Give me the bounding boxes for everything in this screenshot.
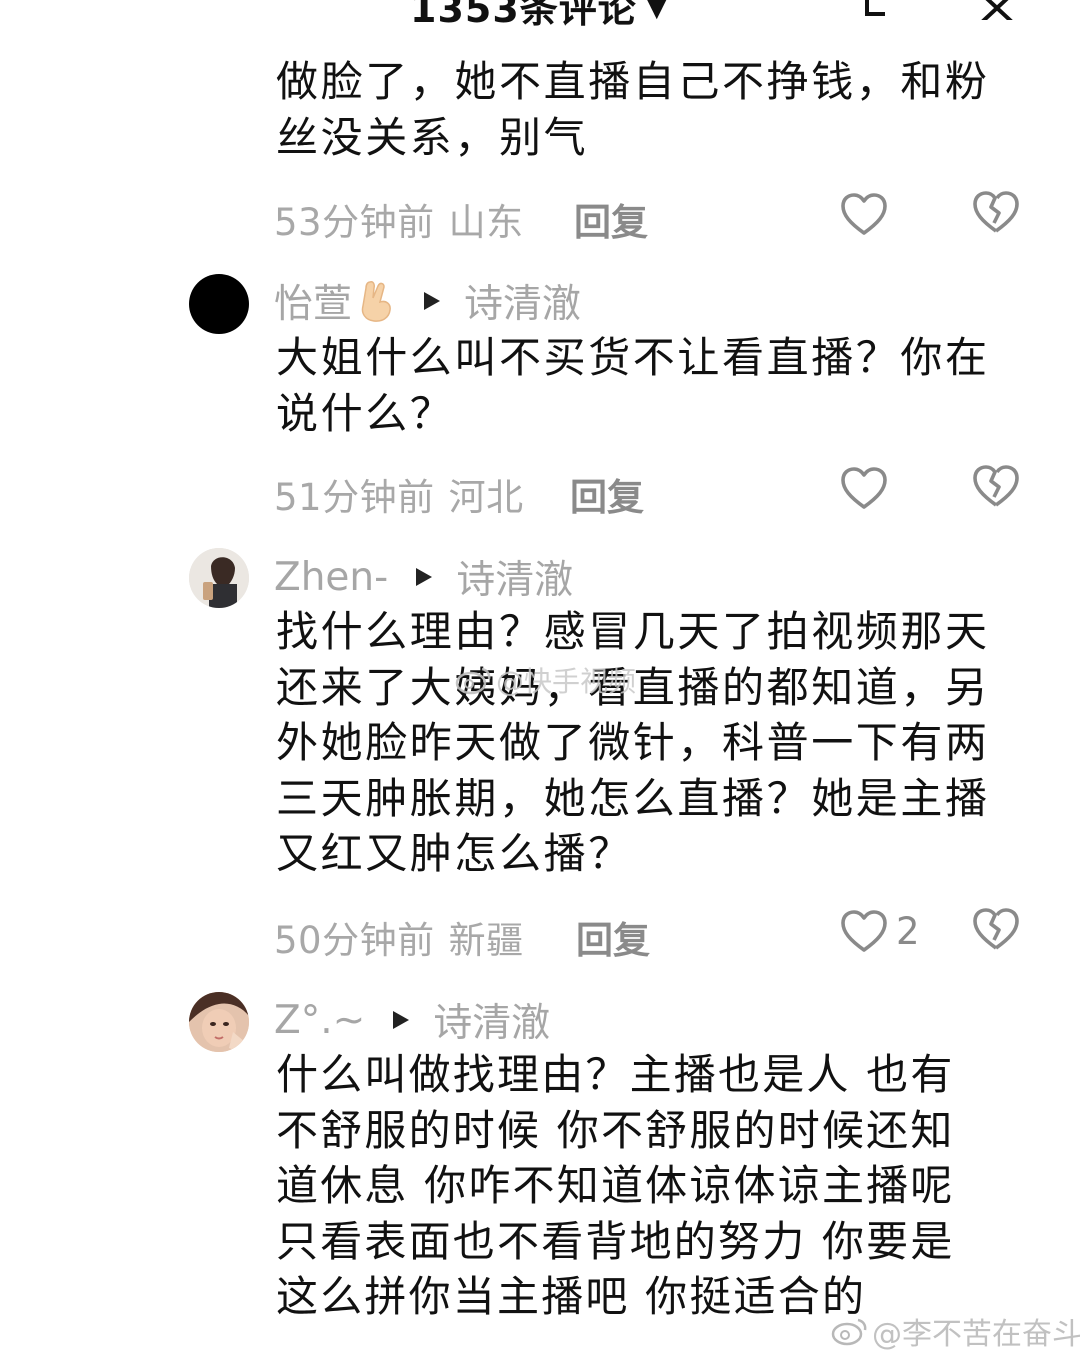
like-count: 2 [896, 909, 920, 953]
expand-icon[interactable] [864, 0, 888, 18]
watermark-text: @李不苦在奋斗 [872, 1317, 1080, 1352]
close-icon[interactable] [978, 0, 1016, 20]
watermark-text: @快手视频 [496, 665, 637, 698]
avatar-photo [189, 548, 249, 608]
comment-text: 大姐什么叫不买货不让看直播？你在 说什么？ [276, 333, 990, 438]
watermark-middle: @快手视频 [454, 660, 636, 700]
comment-author-row: Z°.~ 诗清澈 [274, 992, 550, 1048]
comment-text: 做脸了，她不直播自己不挣钱，和粉 丝没关系，别气 [276, 57, 990, 162]
comment-author-row: Zhen- 诗清澈 [274, 549, 573, 605]
comment-time: 53分钟前 [274, 201, 435, 244]
dislike-button[interactable] [972, 906, 1020, 954]
comment-location: 河北 [448, 476, 524, 519]
author-name[interactable]: 怡萱 [274, 273, 352, 329]
heart-icon [841, 467, 887, 509]
comment-meta: 50分钟前 新疆 [274, 910, 524, 964]
avatar-photo [189, 992, 249, 1052]
comments-header: 1353条评论 ▼ [0, 0, 1080, 40]
like-button[interactable] [840, 190, 888, 238]
reply-to-name[interactable]: 诗清澈 [456, 549, 573, 605]
like-button[interactable]: 2 [840, 907, 920, 955]
broken-heart-icon [973, 908, 1019, 950]
author-name[interactable]: Z°.~ [274, 998, 365, 1043]
reply-button[interactable]: 回复 [576, 910, 650, 964]
heart-icon [841, 193, 887, 235]
dislike-button[interactable] [972, 463, 1020, 511]
comment-meta: 51分钟前 河北 [274, 467, 524, 521]
reply-to-name[interactable]: 诗清澈 [464, 273, 581, 329]
comment-time: 51分钟前 [274, 476, 435, 519]
avatar[interactable] [189, 548, 249, 608]
weibo-logo-icon [831, 1318, 867, 1346]
play-arrow-icon [393, 1011, 410, 1029]
comment-text: 什么叫做找理由？主播也是人 也有 不舒服的时候 你不舒服的时候还知 道休息 你咋… [276, 1050, 955, 1321]
broken-heart-icon [973, 465, 1019, 507]
comment-author-row: 怡萱 诗清澈 [274, 273, 581, 329]
reply-button[interactable]: 回复 [574, 192, 648, 246]
comment-text: 找什么理由？感冒几天了拍视频那天 还来了大姨妈，看直播的都知道，另 外她脸昨天做… [276, 607, 990, 878]
heart-icon [841, 910, 887, 952]
crossed-fingers-emoji-icon [361, 281, 391, 322]
reply-button[interactable]: 回复 [570, 467, 644, 521]
broken-heart-icon [973, 191, 1019, 233]
author-name[interactable]: Zhen- [274, 555, 388, 600]
play-arrow-icon [416, 568, 433, 586]
watermark-bottom: @李不苦在奋斗 [830, 1309, 1080, 1353]
comment-location: 山东 [448, 201, 524, 244]
avatar[interactable] [189, 992, 249, 1052]
comment-meta: 53分钟前 山东 [274, 192, 524, 246]
like-button[interactable] [840, 464, 888, 512]
comment-count-title[interactable]: 1353条评论 ▼ [410, 0, 668, 33]
play-arrow-icon [424, 292, 441, 310]
weibo-logo-icon [455, 667, 491, 695]
dislike-button[interactable] [972, 189, 1020, 237]
comment-time: 50分钟前 [274, 919, 435, 962]
comment-location: 新疆 [448, 919, 524, 962]
avatar[interactable] [189, 274, 249, 334]
comment-count-label: 1353条评论 [410, 0, 637, 31]
reply-to-name[interactable]: 诗清澈 [433, 992, 550, 1048]
chevron-down-icon: ▼ [646, 0, 668, 23]
